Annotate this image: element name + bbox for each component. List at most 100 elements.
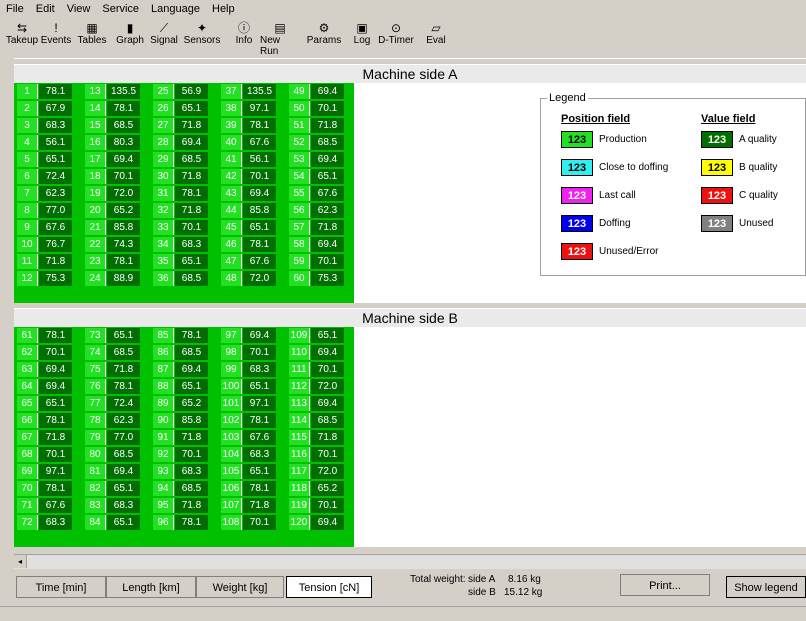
position-cell[interactable]: 55 [289,186,310,201]
position-cell[interactable]: 110 [289,345,310,360]
position-cell[interactable]: 13 [85,84,106,99]
value-cell[interactable]: 71.8 [175,169,208,184]
position-cell[interactable]: 45 [221,220,242,235]
value-cell[interactable]: 68.5 [107,345,140,360]
value-cell[interactable]: 69.4 [39,379,72,394]
position-cell[interactable]: 107 [221,498,242,513]
position-cell[interactable]: 88 [153,379,174,394]
position-cell[interactable]: 8 [17,203,38,218]
position-cell[interactable]: 58 [289,237,310,252]
value-cell[interactable]: 65.1 [175,101,208,116]
value-cell[interactable]: 88.9 [107,271,140,286]
value-cell[interactable]: 72.4 [39,169,72,184]
value-cell[interactable]: 70.1 [175,220,208,235]
position-cell[interactable]: 59 [289,254,310,269]
value-cell[interactable]: 78.1 [107,101,140,116]
position-cell[interactable]: 56 [289,203,310,218]
position-cell[interactable]: 89 [153,396,174,411]
position-cell[interactable]: 29 [153,152,174,167]
value-cell[interactable]: 68.5 [175,481,208,496]
value-cell[interactable]: 65.1 [107,328,140,343]
position-cell[interactable]: 46 [221,237,242,252]
value-cell[interactable]: 72.0 [107,186,140,201]
position-cell[interactable]: 112 [289,379,310,394]
position-cell[interactable]: 65 [17,396,38,411]
position-cell[interactable]: 71 [17,498,38,513]
position-cell[interactable]: 21 [85,220,106,235]
value-cell[interactable]: 67.6 [39,498,72,513]
position-cell[interactable]: 113 [289,396,310,411]
position-cell[interactable]: 77 [85,396,106,411]
value-cell[interactable]: 65.1 [107,515,140,530]
position-cell[interactable]: 23 [85,254,106,269]
value-cell[interactable]: 65.2 [311,481,344,496]
position-cell[interactable]: 105 [221,464,242,479]
position-cell[interactable]: 85 [153,328,174,343]
position-cell[interactable]: 75 [85,362,106,377]
value-cell[interactable]: 135.5 [107,84,140,99]
value-cell[interactable]: 69.4 [311,396,344,411]
position-cell[interactable]: 66 [17,413,38,428]
position-cell[interactable]: 111 [289,362,310,377]
position-cell[interactable]: 52 [289,135,310,150]
value-cell[interactable]: 70.1 [107,169,140,184]
position-cell[interactable]: 9 [17,220,38,235]
value-cell[interactable]: 56.1 [243,152,276,167]
position-cell[interactable]: 18 [85,169,106,184]
time-button[interactable]: Time [min] [16,576,106,598]
position-cell[interactable]: 19 [85,186,106,201]
position-cell[interactable]: 109 [289,328,310,343]
value-cell[interactable]: 67.6 [243,135,276,150]
position-cell[interactable]: 5 [17,152,38,167]
toolbar-d-timer-button[interactable]: ⊙ D-Timer [376,18,416,55]
toolbar-sensors-button[interactable]: ✦ Sensors [182,18,222,55]
position-cell[interactable]: 102 [221,413,242,428]
value-cell[interactable]: 71.8 [39,254,72,269]
menu-help[interactable]: Help [206,0,241,18]
value-cell[interactable]: 70.1 [175,447,208,462]
value-cell[interactable]: 78.1 [243,413,276,428]
position-cell[interactable]: 51 [289,118,310,133]
position-cell[interactable]: 96 [153,515,174,530]
value-cell[interactable]: 72.4 [107,396,140,411]
position-cell[interactable]: 78 [85,413,106,428]
value-cell[interactable]: 78.1 [243,118,276,133]
toolbar-info-button[interactable]: ⓘ Info [224,18,264,55]
toolbar-signal-button[interactable]: ⟋ Signal [144,18,184,55]
value-cell[interactable]: 62.3 [107,413,140,428]
value-cell[interactable]: 78.1 [243,481,276,496]
position-cell[interactable]: 100 [221,379,242,394]
position-cell[interactable]: 63 [17,362,38,377]
position-cell[interactable]: 1 [17,84,38,99]
value-cell[interactable]: 75.3 [39,271,72,286]
value-cell[interactable]: 70.1 [39,447,72,462]
position-cell[interactable]: 93 [153,464,174,479]
value-cell[interactable]: 70.1 [243,169,276,184]
value-cell[interactable]: 65.1 [39,152,72,167]
value-cell[interactable]: 68.5 [175,345,208,360]
value-cell[interactable]: 69.4 [311,84,344,99]
value-cell[interactable]: 65.2 [175,396,208,411]
toolbar-tables-button[interactable]: ▦ Tables [72,18,112,55]
position-cell[interactable]: 32 [153,203,174,218]
value-cell[interactable]: 72.0 [311,379,344,394]
toolbar-new-run-button[interactable]: ▤ New Run [260,18,300,57]
print-button[interactable]: Print... [620,574,710,596]
length-button[interactable]: Length [km] [106,576,196,598]
menu-service[interactable]: Service [96,0,145,18]
position-cell[interactable]: 26 [153,101,174,116]
value-cell[interactable]: 80.3 [107,135,140,150]
position-cell[interactable]: 54 [289,169,310,184]
position-cell[interactable]: 92 [153,447,174,462]
position-cell[interactable]: 33 [153,220,174,235]
value-cell[interactable]: 69.4 [243,328,276,343]
value-cell[interactable]: 78.1 [39,84,72,99]
menu-language[interactable]: Language [145,0,206,18]
value-cell[interactable]: 70.1 [243,345,276,360]
value-cell[interactable]: 67.6 [243,254,276,269]
position-cell[interactable]: 74 [85,345,106,360]
position-cell[interactable]: 64 [17,379,38,394]
value-cell[interactable]: 68.3 [39,515,72,530]
value-cell[interactable]: 68.5 [175,152,208,167]
position-cell[interactable]: 95 [153,498,174,513]
